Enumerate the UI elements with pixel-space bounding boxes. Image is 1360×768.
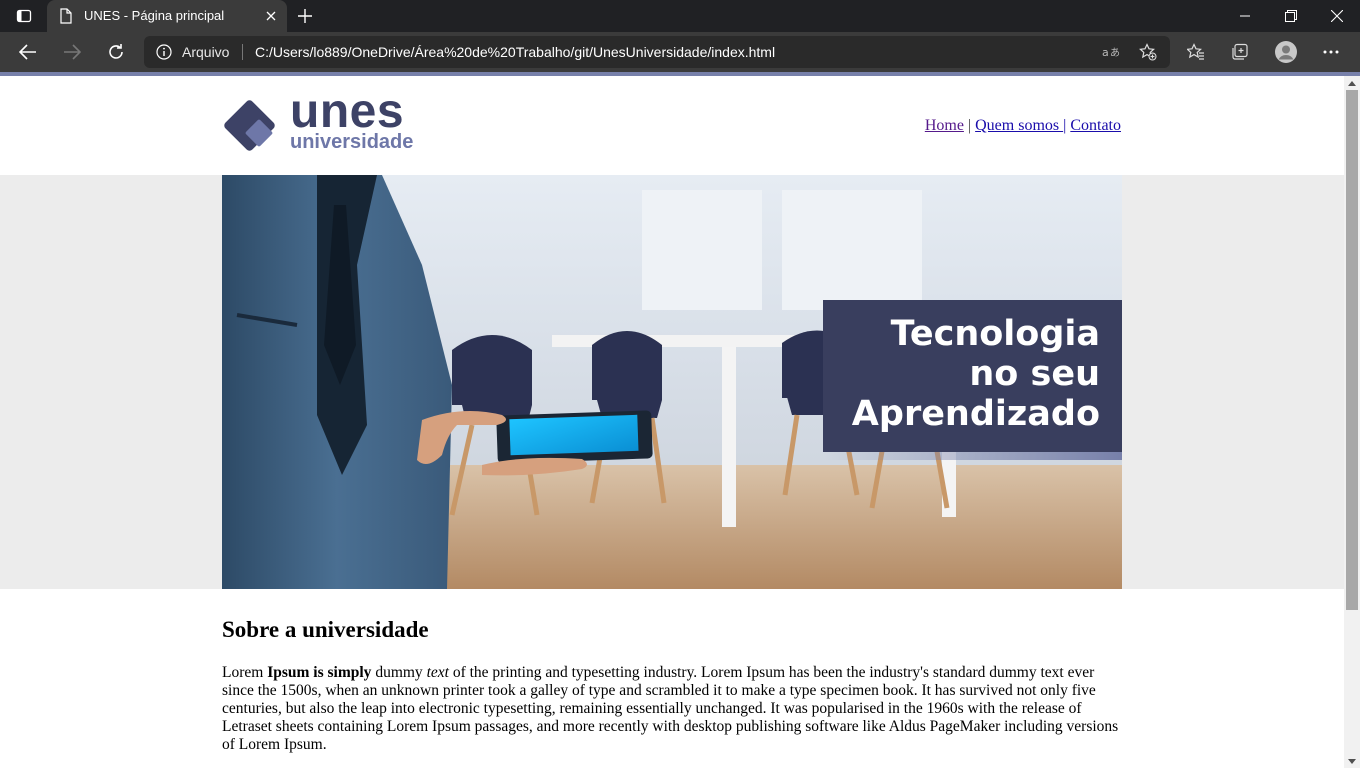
about-text-lead: Lorem <box>222 664 268 681</box>
new-tab-icon[interactable] <box>294 6 316 26</box>
hero-headline-line2: no seu <box>969 354 1100 394</box>
nav-contact-link[interactable]: Contato <box>1070 117 1121 134</box>
nav-about-link[interactable]: Quem somos <box>975 117 1063 134</box>
collections-icon[interactable] <box>1226 38 1254 66</box>
svg-text:a: a <box>1102 46 1109 59</box>
restore-icon[interactable] <box>1268 0 1314 32</box>
page-icon <box>59 8 73 29</box>
scroll-down-icon[interactable] <box>1344 754 1360 768</box>
hero-banner-image: Tecnologia no seu Aprendizado <box>222 175 1122 589</box>
hero-headline-line3: Aprendizado <box>851 394 1100 434</box>
site-info-label[interactable]: Arquivo <box>182 44 229 60</box>
back-icon[interactable] <box>12 36 44 68</box>
main-nav: Home | Quem somos | Contato <box>925 117 1121 135</box>
address-bar[interactable]: Arquivo C:/Users/lo889/OneDrive/Área%20d… <box>144 36 1170 68</box>
site-header: unes universidade Home | Quem somos | Co… <box>0 76 1344 175</box>
info-icon[interactable] <box>156 44 172 65</box>
about-text-italic: text <box>426 664 449 681</box>
profile-avatar-icon[interactable] <box>1272 38 1300 66</box>
more-options-icon[interactable] <box>1317 38 1345 66</box>
tab-title: UNES - Página principal <box>84 8 225 23</box>
hero-headline-box: Tecnologia no seu Aprendizado <box>823 300 1122 452</box>
close-tab-icon[interactable] <box>263 8 279 24</box>
scroll-up-icon[interactable] <box>1344 76 1360 90</box>
logo-diamond-icon <box>224 100 275 151</box>
reload-icon[interactable] <box>100 36 132 68</box>
add-favorite-icon[interactable] <box>1137 42 1159 62</box>
read-aloud-icon[interactable]: aあ <box>1100 42 1122 62</box>
favorites-icon[interactable] <box>1182 38 1210 66</box>
browser-titlebar: UNES - Página principal <box>0 0 1360 32</box>
about-paragraph: Lorem Ipsum is simply dummy text of the … <box>222 664 1122 754</box>
address-separator <box>242 44 243 60</box>
hero-headline-accent <box>823 452 1122 460</box>
about-title: Sobre a universidade <box>222 617 429 642</box>
about-text-bold: Ipsum is simply <box>267 664 372 681</box>
svg-text:あ: あ <box>1110 47 1120 59</box>
url-text[interactable]: C:/Users/lo889/OneDrive/Área%20de%20Trab… <box>255 44 775 60</box>
hero-section: Tecnologia no seu Aprendizado <box>0 175 1344 589</box>
about-section: Sobre a universidade Lorem Ipsum is simp… <box>222 617 1122 754</box>
page-viewport: unes universidade Home | Quem somos | Co… <box>0 76 1344 768</box>
browser-toolbar: Arquivo C:/Users/lo889/OneDrive/Área%20d… <box>0 32 1360 72</box>
tab-actions-icon[interactable] <box>8 4 40 28</box>
nav-separator: | <box>963 117 976 134</box>
about-text-mid: dummy <box>371 664 427 681</box>
logo-subword: universidade <box>290 131 414 153</box>
close-window-icon[interactable] <box>1314 0 1360 32</box>
forward-icon[interactable] <box>56 36 88 68</box>
site-logo[interactable]: unes universidade <box>222 85 442 156</box>
browser-tab[interactable]: UNES - Página principal <box>47 0 287 32</box>
hero-headline-line1: Tecnologia <box>890 314 1100 354</box>
minimize-icon[interactable] <box>1222 0 1268 32</box>
nav-home-link[interactable]: Home <box>925 117 964 134</box>
page-scrollbar[interactable] <box>1344 76 1360 768</box>
scrollbar-thumb[interactable] <box>1346 90 1358 610</box>
